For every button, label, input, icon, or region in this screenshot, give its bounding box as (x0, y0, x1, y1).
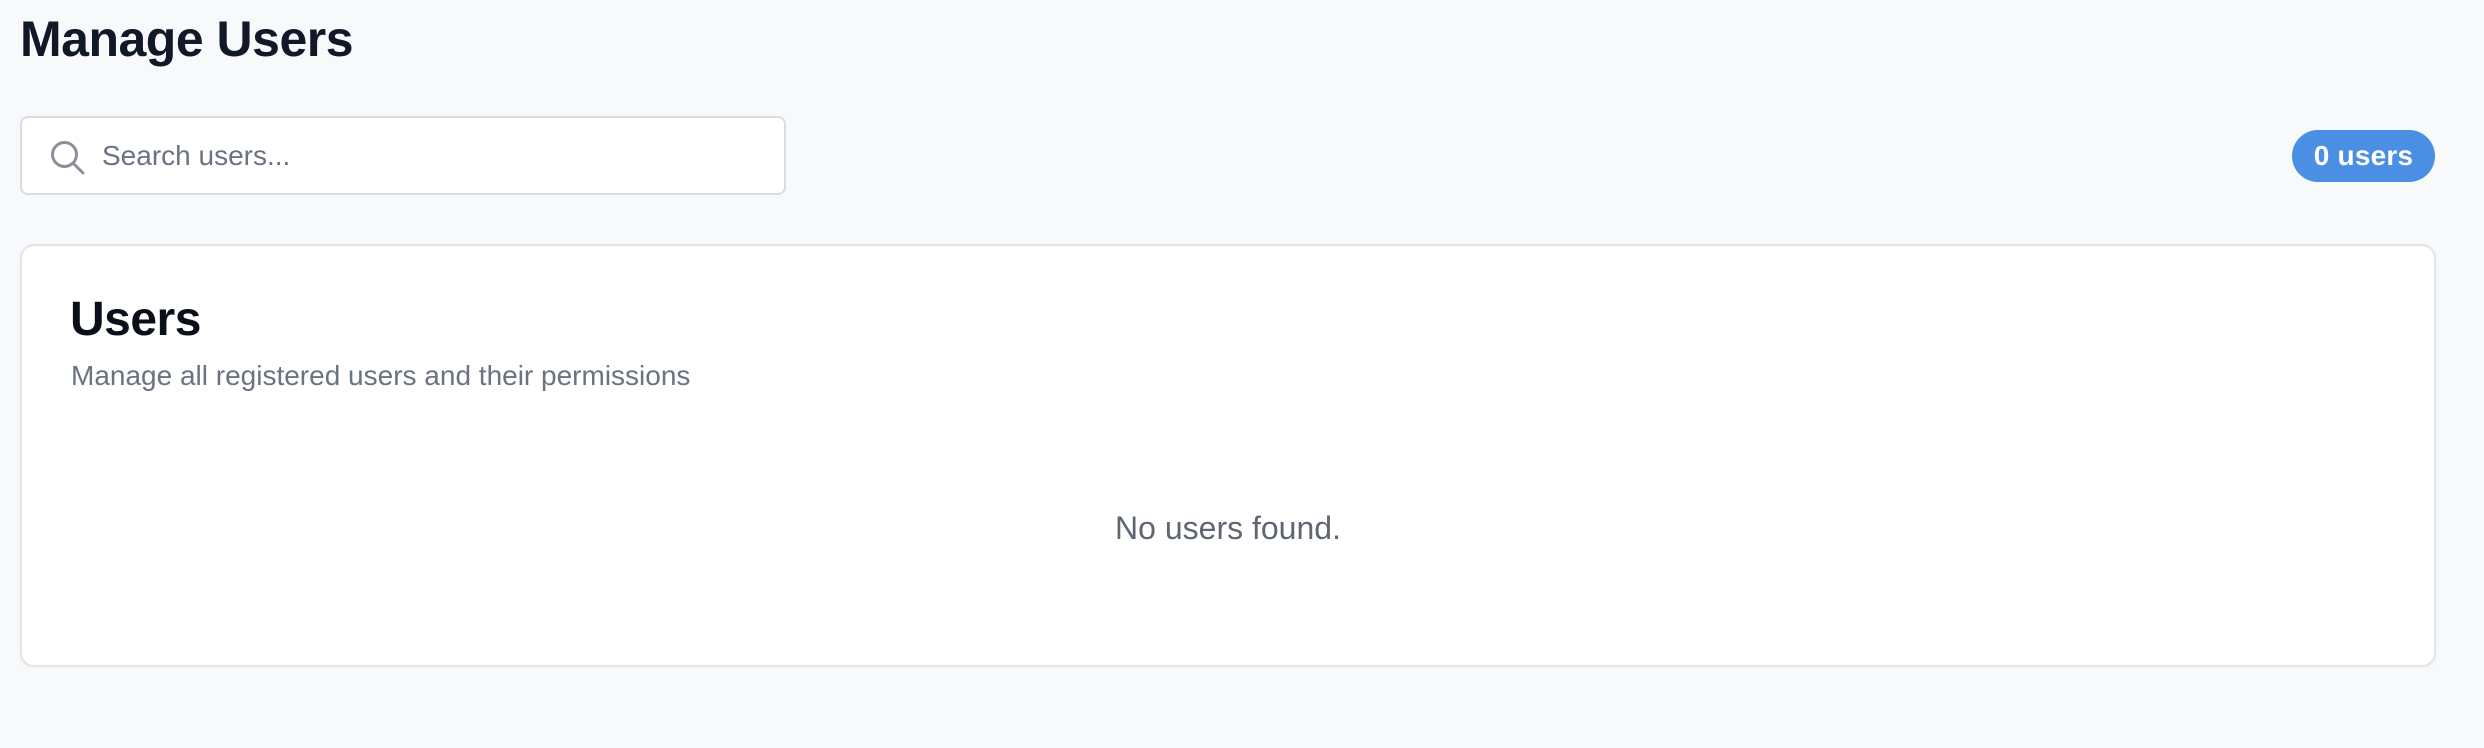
search-icon (48, 138, 88, 178)
search-box[interactable] (20, 116, 786, 195)
search-input[interactable] (102, 118, 768, 193)
user-count-badge: 0 users (2292, 130, 2435, 182)
card-title: Users (70, 293, 201, 346)
card-subtitle: Manage all registered users and their pe… (71, 360, 691, 391)
users-card: Users Manage all registered users and th… (20, 244, 2436, 667)
empty-state-message: No users found. (1115, 510, 1341, 546)
page-title: Manage Users (20, 11, 354, 67)
